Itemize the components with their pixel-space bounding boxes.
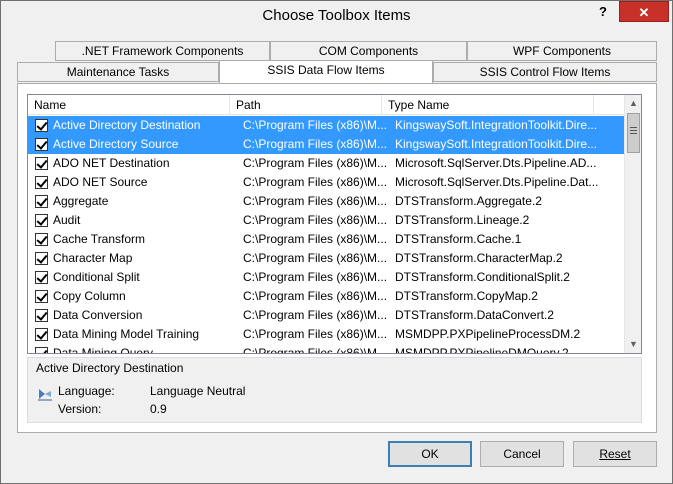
window-title: Choose Toolbox Items [262,7,411,24]
column-header-name[interactable]: Name [28,95,230,115]
item-name: Aggregate [53,194,109,208]
list-item[interactable]: Aggregate C:\Program Files (x86)\M... DTST… [28,192,631,211]
item-name: Cache Transform [53,232,146,246]
cancel-button[interactable]: Cancel [480,441,564,467]
item-name: ADO NET Source [53,175,148,189]
column-header-path[interactable]: Path [230,95,382,115]
item-path: C:\Program Files (x86)\M... [243,251,388,265]
item-name: Data Mining Query [53,346,154,354]
item-checkbox[interactable] [35,119,48,132]
list-item[interactable]: Data Conversion C:\Program Files (x86)\M.… [28,306,631,325]
list-item[interactable]: Character Map C:\Program Files (x86)\M...… [28,249,631,268]
dialog-client: .NET Framework Components COM Components… [9,31,664,477]
list-item[interactable]: Data Mining Model Training C:\Program Fil… [28,325,631,344]
item-path: C:\Program Files (x86)\M... [243,118,388,132]
item-type-name: DTSTransform.DataConvert.2 [395,308,554,322]
item-path: C:\Program Files (x86)\M... [243,346,388,354]
item-type-name: Microsoft.SqlServer.Dts.Pipeline.Dat... [395,175,599,189]
item-name: Audit [53,213,81,227]
reset-button[interactable]: Reset [573,441,657,467]
item-details-group: Active Directory Destination Language: L… [27,357,642,423]
version-value: 0.9 [150,402,167,416]
item-type-name: KingswaySoft.IntegrationToolkit.Dire... [395,118,598,132]
list-item[interactable]: Audit C:\Program Files (x86)\M... DTSTrans… [28,211,631,230]
item-name: Character Map [53,251,133,265]
tab-ssis-data-flow-items[interactable]: SSIS Data Flow Items [219,60,433,83]
details-title: Active Directory Destination [36,361,184,375]
item-type-name: MSMDPP.PXPipelineProcessDM.2 [395,327,581,341]
title-bar: Choose Toolbox Items ? ✕ [1,1,672,31]
item-name: Active Directory Source [53,137,179,151]
vertical-scrollbar[interactable]: ▲ ▼ [624,95,641,353]
tab-com-components[interactable]: COM Components [270,41,467,61]
item-type-name: DTSTransform.CopyMap.2 [395,289,538,303]
item-path: C:\Program Files (x86)\M... [243,327,388,341]
item-checkbox[interactable] [35,195,48,208]
item-path: C:\Program Files (x86)\M... [243,308,388,322]
item-path: C:\Program Files (x86)\M... [243,137,388,151]
column-header-type-name[interactable]: Type Name [382,95,594,115]
scroll-down-arrow-icon[interactable]: ▼ [625,336,641,353]
tab-maintenance-tasks[interactable]: Maintenance Tasks [17,62,219,82]
tab-net-framework-components[interactable]: .NET Framework Components [55,41,270,61]
list-item[interactable]: ADO NET Source C:\Program Files (x86)\M..… [28,173,631,192]
item-type-name: DTSTransform.CharacterMap.2 [395,251,563,265]
language-value: Language Neutral [150,384,246,398]
item-name: Conditional Split [53,270,140,284]
dialog-window: Choose Toolbox Items ? ✕ .NET Framework … [0,0,673,484]
list-item[interactable]: ADO NET Destination C:\Program Files (x86… [28,154,631,173]
item-checkbox[interactable] [35,252,48,265]
item-type-name: Microsoft.SqlServer.Dts.Pipeline.AD... [395,156,597,170]
item-checkbox[interactable] [35,138,48,151]
list-item[interactable]: Active Directory Source C:\Program Files … [28,135,631,154]
item-checkbox[interactable] [35,214,48,227]
item-path: C:\Program Files (x86)\M... [243,175,388,189]
ok-button[interactable]: OK [388,441,472,467]
item-name: Active Directory Destination [53,118,201,132]
item-checkbox[interactable] [35,309,48,322]
close-button[interactable]: ✕ [619,1,669,22]
component-icon [38,389,52,401]
item-path: C:\Program Files (x86)\M... [243,289,388,303]
item-type-name: KingswaySoft.IntegrationToolkit.Dire... [395,137,598,151]
item-type-name: DTSTransform.Cache.1 [395,232,522,246]
tab-wpf-components[interactable]: WPF Components [467,41,657,61]
version-label: Version: [58,402,102,416]
list-rows: Active Directory Destination C:\Program F… [28,116,631,354]
list-item[interactable]: Copy Column C:\Program Files (x86)\M... DT… [28,287,631,306]
item-type-name: DTSTransform.ConditionalSplit.2 [395,270,570,284]
list-item[interactable]: Conditional Split C:\Program Files (x86)\… [28,268,631,287]
list-item[interactable]: Active Directory Destination C:\Program F… [28,116,631,135]
item-checkbox[interactable] [35,347,48,353]
item-type-name: DTSTransform.Aggregate.2 [395,194,542,208]
language-label: Language: [58,384,115,398]
item-type-name: DTSTransform.Lineage.2 [395,213,530,227]
scroll-thumb[interactable] [627,113,640,153]
item-path: C:\Program Files (x86)\M... [243,232,388,246]
item-name: ADO NET Destination [53,156,170,170]
item-path: C:\Program Files (x86)\M... [243,213,388,227]
item-name: Copy Column [53,289,126,303]
item-checkbox[interactable] [35,176,48,189]
item-checkbox[interactable] [35,290,48,303]
item-checkbox[interactable] [35,328,48,341]
scroll-up-arrow-icon[interactable]: ▲ [625,95,641,112]
item-checkbox[interactable] [35,157,48,170]
item-path: C:\Program Files (x86)\M... [243,156,388,170]
help-button[interactable]: ? [587,1,619,22]
list-header: Name Path Type Name [28,95,624,115]
toolbox-items-list[interactable]: Name Path Type Name Active Directory Des… [27,94,642,354]
list-item[interactable]: Cache Transform C:\Program Files (x86)\M.… [28,230,631,249]
list-item[interactable]: Data Mining Query C:\Program Files (x86)\… [28,344,631,354]
item-name: Data Conversion [53,308,143,322]
item-checkbox[interactable] [35,233,48,246]
item-type-name: MSMDPP.PXPipelineDMQuery.2 [395,346,569,354]
item-checkbox[interactable] [35,271,48,284]
tab-ssis-control-flow-items[interactable]: SSIS Control Flow Items [433,62,657,82]
item-path: C:\Program Files (x86)\M... [243,270,388,284]
item-path: C:\Program Files (x86)\M... [243,194,388,208]
item-name: Data Mining Model Training [53,327,200,341]
